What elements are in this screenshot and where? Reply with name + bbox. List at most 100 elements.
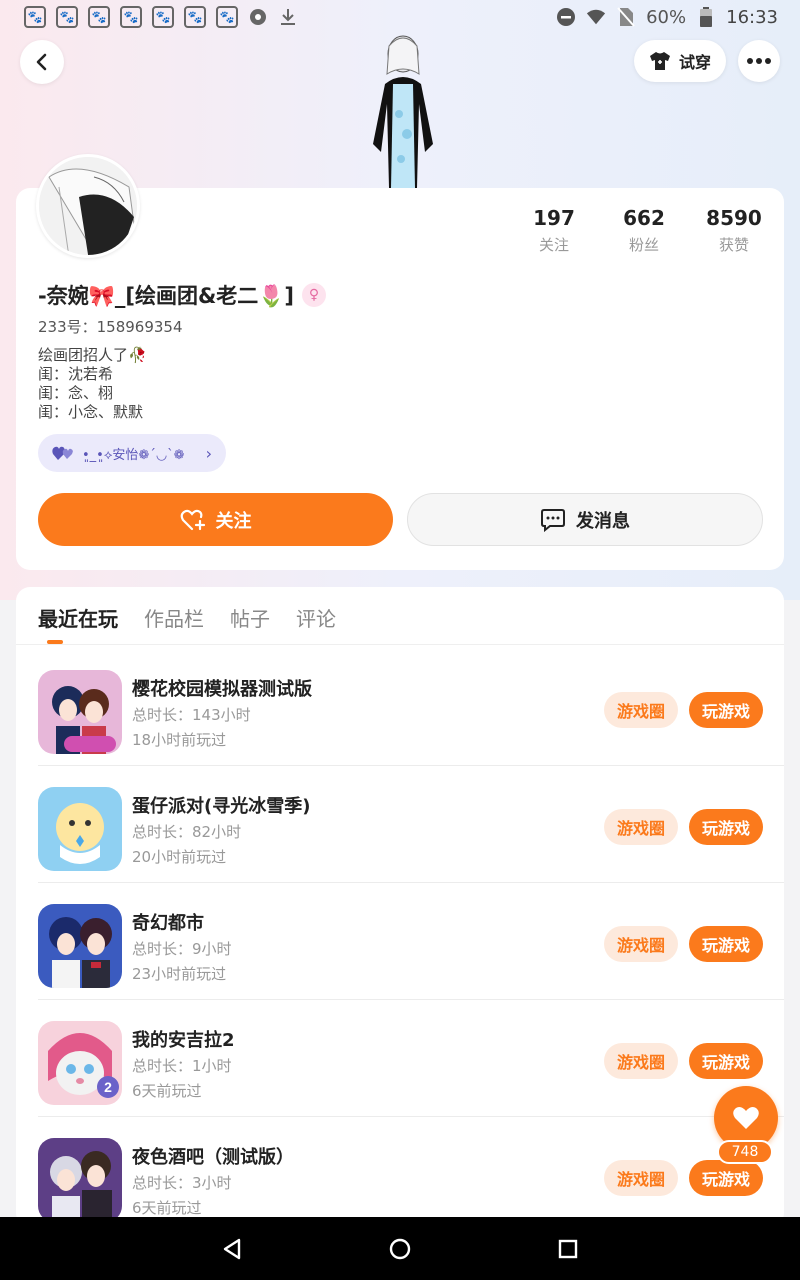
friend-tag-pill[interactable]: •͈_•͈⟡安怡❁´◡`❁ ›	[38, 434, 226, 472]
game-last-played: 18小时前玩过	[132, 731, 227, 749]
username: -奈婉🎀_[绘画团&老二🌷] ♀	[38, 280, 327, 310]
nav-back-button[interactable]	[218, 1235, 246, 1263]
double-heart-icon	[52, 446, 73, 460]
play-game-button[interactable]: 玩游戏	[689, 1043, 763, 1079]
system-navigation-bar	[0, 1217, 800, 1280]
app-notification-icon: 🐾	[24, 6, 46, 28]
stat-likes-count: 8590	[706, 206, 762, 230]
tab-works[interactable]: 作品栏	[144, 603, 204, 632]
stat-followers-count: 662	[623, 206, 665, 230]
play-game-button[interactable]: 玩游戏	[689, 1160, 763, 1196]
avatar-character-figure[interactable]	[355, 34, 451, 188]
clock: 16:33	[726, 6, 778, 28]
nav-recents-button[interactable]	[554, 1235, 582, 1263]
aperture-icon	[248, 7, 268, 27]
status-bar: 🐾 🐾 🐾 🐾 🐾 🐾 🐾 60% 16:33	[0, 0, 800, 34]
more-dots-icon	[747, 58, 771, 64]
game-circle-button[interactable]: 游戏圈	[604, 1160, 678, 1196]
play-game-button[interactable]: 玩游戏	[689, 926, 763, 962]
stat-followers[interactable]: 662 粉丝	[604, 206, 684, 255]
back-button[interactable]	[20, 40, 64, 84]
game-last-played: 20小时前玩过	[132, 848, 227, 866]
download-icon	[278, 7, 298, 27]
game-last-played: 23小时前玩过	[132, 965, 227, 983]
game-circle-button[interactable]: 游戏圈	[604, 692, 678, 728]
square-recents-icon	[558, 1239, 578, 1259]
game-row[interactable]: 樱花校园模拟器测试版 总时长：143小时 18小时前玩过 游戏圈 玩游戏	[16, 649, 784, 766]
try-on-label: 试穿	[678, 53, 711, 72]
game-circle-button[interactable]: 游戏圈	[604, 926, 678, 962]
game-circle-button[interactable]: 游戏圈	[604, 1043, 678, 1079]
stat-following-label: 关注	[538, 236, 569, 254]
chat-bubble-icon	[541, 508, 565, 532]
game-row[interactable]: 蛋仔派对(寻光冰雪季) 总时长：82小时 20小时前玩过 游戏圈 玩游戏	[16, 766, 784, 883]
game-row[interactable]: 2 我的安吉拉2 总时长：1小时 6天前玩过 游戏圈 玩游戏	[16, 1000, 784, 1117]
app-notification-icon: 🐾	[88, 6, 110, 28]
game-title: 奇幻都市	[132, 913, 204, 934]
game-last-played: 6天前玩过	[132, 1082, 202, 1100]
game-circle-button[interactable]: 游戏圈	[604, 809, 678, 845]
game-row[interactable]: 夜色酒吧（测试版） 总时长：3小时 6天前玩过 游戏圈 玩游戏	[16, 1117, 784, 1227]
avatar[interactable]	[36, 154, 140, 258]
more-options-button[interactable]	[738, 40, 780, 82]
sakura-school-icon[interactable]	[38, 670, 122, 754]
app-notification-icon: 🐾	[216, 6, 238, 28]
stat-following-count: 197	[533, 206, 575, 230]
game-last-played: 6天前玩过	[132, 1199, 202, 1217]
tab-comments[interactable]: 评论	[296, 603, 336, 632]
follow-button[interactable]: 关注	[38, 493, 393, 546]
chevron-left-icon	[36, 53, 47, 71]
send-message-label: 发消息	[576, 510, 630, 532]
app-notification-icon: 🐾	[152, 6, 174, 28]
stat-following[interactable]: 197 关注	[514, 206, 594, 255]
tabs-divider	[16, 644, 784, 645]
svg-text:2: 2	[104, 1079, 112, 1095]
no-sim-icon	[616, 7, 636, 27]
bio: 绘画团招人了🥀 闺：沈若希 闺：念、栩 闺：小念、默默	[38, 346, 147, 422]
eggy-party-icon[interactable]	[38, 787, 122, 871]
app-notification-icon: 🐾	[56, 6, 78, 28]
bio-line: 闺：念、栩	[38, 384, 114, 402]
heart-icon	[733, 1107, 759, 1129]
user-id: 233号：158969354	[38, 318, 183, 336]
tab-posts[interactable]: 帖子	[230, 603, 270, 632]
like-count-badge: 748	[717, 1140, 773, 1164]
battery-icon	[696, 7, 716, 27]
play-game-button[interactable]: 玩游戏	[689, 692, 763, 728]
heart-plus-icon	[180, 509, 205, 530]
profile-tabs: 最近在玩 作品栏 帖子 评论	[38, 603, 336, 632]
system-icons: 60% 16:33	[556, 7, 778, 28]
shirt-icon	[649, 52, 670, 70]
app-notification-icon: 🐾	[184, 6, 206, 28]
game-title: 蛋仔派对(寻光冰雪季)	[132, 796, 311, 817]
fantasy-city-icon[interactable]	[38, 904, 122, 988]
game-total-time: 总时长：1小时	[132, 1057, 232, 1075]
tab-recently-played[interactable]: 最近在玩	[38, 603, 118, 632]
bio-line: 闺：小念、默默	[38, 403, 144, 421]
triangle-back-icon	[223, 1238, 241, 1260]
try-on-button[interactable]: 试穿	[634, 40, 726, 82]
notification-icons: 🐾 🐾 🐾 🐾 🐾 🐾 🐾	[24, 6, 298, 28]
play-game-button[interactable]: 玩游戏	[689, 809, 763, 845]
nav-home-button[interactable]	[386, 1235, 414, 1263]
recent-games-card: 最近在玩 作品栏 帖子 评论 樱花校园模拟器测试版 总时长：143小时 18小时…	[16, 587, 784, 1227]
female-gender-icon: ♀	[302, 283, 327, 307]
friend-tag-label: •͈_•͈⟡安怡❁´◡`❁	[82, 447, 185, 463]
stat-followers-label: 粉丝	[628, 236, 659, 254]
send-message-button[interactable]: 发消息	[407, 493, 763, 546]
game-title: 夜色酒吧（测试版）	[132, 1147, 294, 1168]
game-total-time: 总时长：143小时	[132, 706, 251, 724]
game-row[interactable]: 奇幻都市 总时长：9小时 23小时前玩过 游戏圈 玩游戏	[16, 883, 784, 1000]
app-notification-icon: 🐾	[120, 6, 142, 28]
my-angela-icon[interactable]: 2	[38, 1021, 122, 1105]
wifi-icon	[586, 7, 606, 27]
game-title: 樱花校园模拟器测试版	[132, 679, 312, 700]
stat-likes-label: 获赞	[718, 236, 749, 254]
game-title: 我的安吉拉2	[132, 1030, 235, 1051]
stat-likes[interactable]: 8590 获赞	[694, 206, 774, 255]
username-text: -奈婉🎀_[绘画团&老二🌷]	[38, 284, 295, 308]
circle-home-icon	[389, 1238, 411, 1260]
night-bar-icon[interactable]	[38, 1138, 122, 1222]
game-total-time: 总时长：9小时	[132, 940, 232, 958]
follow-label: 关注	[215, 510, 252, 532]
